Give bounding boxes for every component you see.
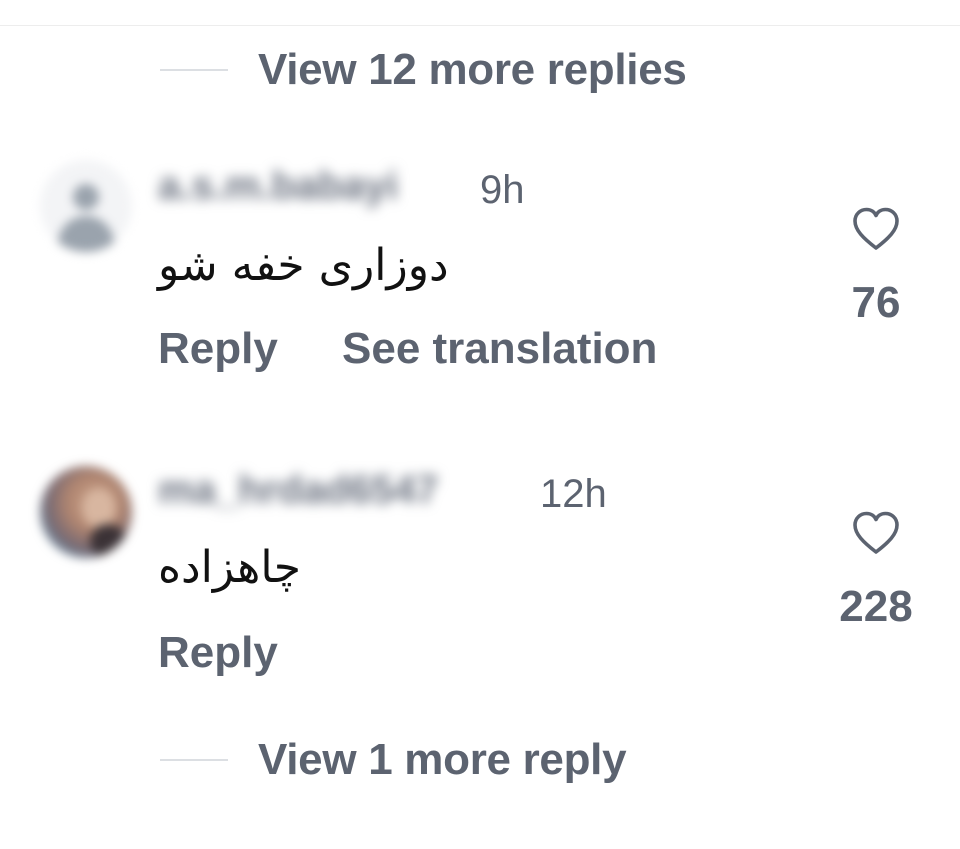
replies-thread-line: [160, 759, 228, 761]
reply-button[interactable]: Reply: [158, 324, 278, 374]
like-count: 228: [839, 582, 913, 631]
avatar-head-shape: [73, 184, 99, 210]
top-divider: [0, 25, 960, 26]
comment-username[interactable]: ma_hrdad6547: [158, 468, 438, 513]
avatar[interactable]: [40, 466, 132, 558]
comment-text: چاهزاده: [158, 542, 301, 593]
view-more-replies-label: View 12 more replies: [258, 45, 687, 94]
like-count: 76: [851, 278, 901, 327]
replies-thread-line: [160, 69, 228, 71]
comment-timestamp: 9h: [480, 168, 525, 212]
avatar-shadow-shape: [90, 524, 126, 558]
avatar-shoulders-shape: [58, 216, 114, 252]
comment-username[interactable]: a.s.m.babayi: [158, 164, 398, 209]
avatar-face-shape: [82, 488, 116, 528]
like-control: 228: [806, 510, 946, 632]
reply-button[interactable]: Reply: [158, 628, 278, 678]
comment-timestamp: 12h: [540, 472, 607, 516]
like-control: 76: [806, 206, 946, 328]
comment-text: دوزاری خفه شو: [158, 240, 449, 291]
avatar[interactable]: [40, 160, 132, 252]
see-translation-button[interactable]: See translation: [342, 324, 657, 374]
view-more-reply-label: View 1 more reply: [258, 735, 627, 784]
heart-outline-icon[interactable]: [851, 206, 901, 252]
heart-outline-icon[interactable]: [851, 510, 901, 556]
view-more-reply-button[interactable]: View 1 more reply: [160, 730, 627, 790]
view-more-replies-button[interactable]: View 12 more replies: [160, 40, 687, 100]
